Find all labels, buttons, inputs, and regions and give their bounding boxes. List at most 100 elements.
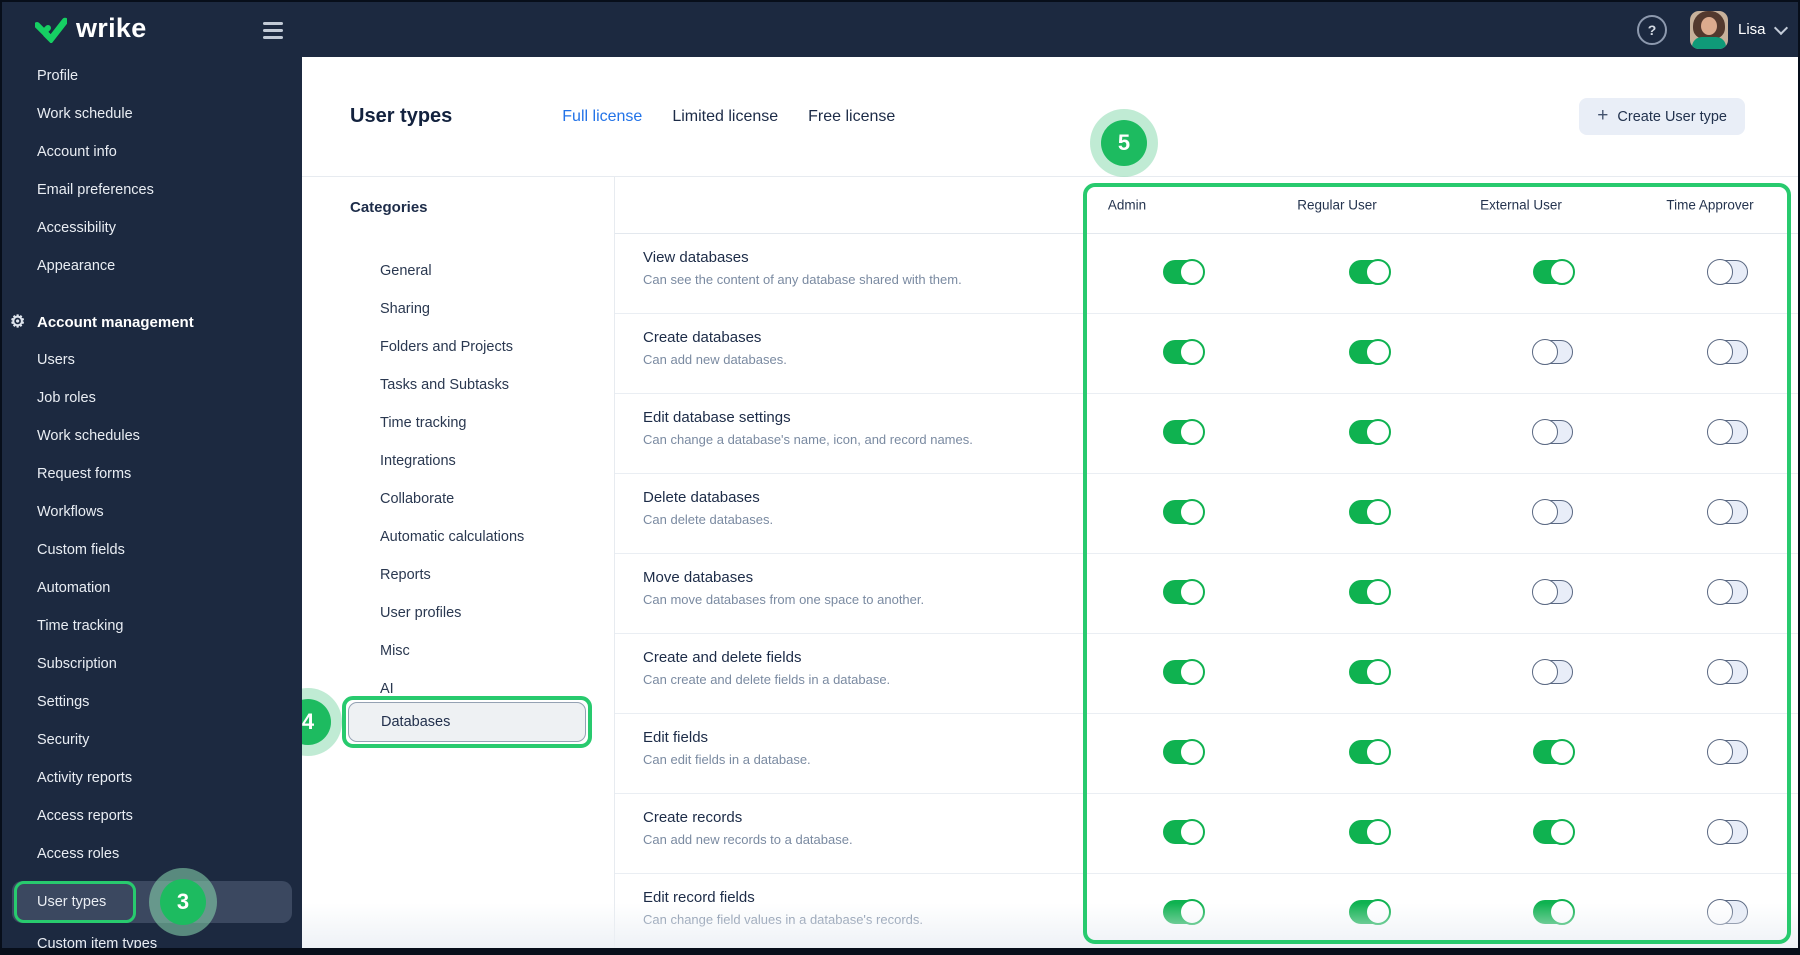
toggle-external-user-delete-databases[interactable]: [1532, 499, 1573, 525]
sidebar-item-label: Appearance: [37, 258, 116, 274]
sidebar-item-security[interactable]: Security: [2, 721, 302, 759]
permission-title: Create and delete fields: [643, 649, 802, 666]
sidebar-item-access-roles[interactable]: Access roles: [2, 835, 302, 873]
category-item-automatic-calculations[interactable]: Automatic calculations: [302, 518, 613, 556]
sidebar-item-subscription[interactable]: Subscription: [2, 645, 302, 683]
toggle-external-user-edit-record-fields[interactable]: [1533, 899, 1575, 925]
sidebar-item-access-reports[interactable]: Access reports: [2, 797, 302, 835]
category-item-databases[interactable]: Databases: [348, 702, 586, 742]
sidebar-item-settings[interactable]: Settings: [2, 683, 302, 721]
toggle-external-user-view-databases[interactable]: [1533, 259, 1575, 285]
user-menu[interactable]: Lisa: [1690, 2, 1788, 57]
category-selected-wrap: Databases 4: [302, 696, 613, 748]
category-item-tasks-and-subtasks[interactable]: Tasks and Subtasks: [302, 366, 613, 404]
category-item-user-profiles[interactable]: User profiles: [302, 594, 613, 632]
category-item-reports[interactable]: Reports: [302, 556, 613, 594]
toggle-time-approver-move-databases[interactable]: [1707, 579, 1748, 605]
sidebar-item-automation[interactable]: Automation: [2, 569, 302, 607]
category-item-misc[interactable]: Misc: [302, 632, 613, 670]
toggle-regular-user-edit-database-settings[interactable]: [1349, 419, 1391, 445]
toggle-admin-view-databases[interactable]: [1163, 259, 1205, 285]
sidebar-item-profile[interactable]: Profile: [2, 57, 302, 95]
column-header-regular-user: Regular User: [1297, 197, 1377, 213]
sidebar-item-work-schedule[interactable]: Work schedule: [2, 95, 302, 133]
menu-icon[interactable]: [263, 22, 283, 39]
toggle-time-approver-create-records[interactable]: [1707, 819, 1748, 845]
toggle-regular-user-edit-record-fields[interactable]: [1349, 899, 1391, 925]
tab-limited-license[interactable]: Limited license: [672, 108, 778, 126]
toggle-regular-user-create-databases[interactable]: [1349, 339, 1391, 365]
permissions-rows: View databases Can see the content of any…: [615, 234, 1798, 948]
sidebar-item-label: Activity reports: [37, 770, 133, 786]
toggle-admin-edit-fields[interactable]: [1163, 739, 1205, 765]
permission-row-move-databases: Move databases Can move databases from on…: [615, 554, 1798, 634]
toggle-regular-user-view-databases[interactable]: [1349, 259, 1391, 285]
toggle-regular-user-edit-fields[interactable]: [1349, 739, 1391, 765]
toggle-time-approver-edit-fields[interactable]: [1707, 739, 1748, 765]
category-item-folders-and-projects[interactable]: Folders and Projects: [302, 328, 613, 366]
toggle-time-approver-edit-database-settings[interactable]: [1707, 419, 1748, 445]
sidebar-item-appearance[interactable]: Appearance: [2, 247, 302, 285]
permission-description: Can move databases from one space to ano…: [643, 592, 925, 607]
sidebar-item-job-roles[interactable]: Job roles: [2, 379, 302, 417]
page-header: User types Full license Limited license Fr…: [302, 57, 1798, 177]
sidebar-item-request-forms[interactable]: Request forms: [2, 455, 302, 493]
user-name-label: Lisa: [1738, 21, 1766, 38]
top-bar: wrike ? Lisa: [2, 2, 1798, 57]
chevron-down-icon: [1773, 20, 1788, 35]
toggle-external-user-create-and-delete-fields[interactable]: [1532, 659, 1573, 685]
category-item-general[interactable]: General: [302, 252, 613, 290]
sidebar-item-account-info[interactable]: Account info: [2, 133, 302, 171]
sidebar-item-work-schedules[interactable]: Work schedules: [2, 417, 302, 455]
toggle-admin-move-databases[interactable]: [1163, 579, 1205, 605]
sidebar-item-activity-reports[interactable]: Activity reports: [2, 759, 302, 797]
sidebar-item-time-tracking[interactable]: Time tracking: [2, 607, 302, 645]
app-window: wrike ? Lisa Profile Work schedule Account…: [0, 0, 1800, 955]
toggle-external-user-edit-fields[interactable]: [1533, 739, 1575, 765]
sidebar-item-label: Custom item types: [37, 936, 158, 948]
sidebar-item-users[interactable]: Users: [2, 341, 302, 379]
page-title: User types: [350, 105, 453, 127]
category-item-collaborate[interactable]: Collaborate: [302, 480, 613, 518]
toggle-time-approver-create-databases[interactable]: [1707, 339, 1748, 365]
toggle-regular-user-move-databases[interactable]: [1349, 579, 1391, 605]
permission-description: Can change field values in a database's …: [643, 912, 923, 927]
toggle-time-approver-create-and-delete-fields[interactable]: [1707, 659, 1748, 685]
permission-row-create-databases: Create databases Can add new databases.: [615, 314, 1798, 394]
toggle-admin-edit-database-settings[interactable]: [1163, 419, 1205, 445]
sidebar-item-label: Work schedules: [37, 428, 140, 444]
permission-row-delete-databases: Delete databases Can delete databases.: [615, 474, 1798, 554]
toggle-admin-delete-databases[interactable]: [1163, 499, 1205, 525]
toggle-time-approver-delete-databases[interactable]: [1707, 499, 1748, 525]
toggle-external-user-create-records[interactable]: [1533, 819, 1575, 845]
tab-full-license[interactable]: Full license: [562, 108, 642, 126]
sidebar-item-label: Job roles: [37, 390, 96, 406]
toggle-admin-create-records[interactable]: [1163, 819, 1205, 845]
toggle-external-user-create-databases[interactable]: [1532, 339, 1573, 365]
permission-title: View databases: [643, 249, 749, 266]
toggle-external-user-move-databases[interactable]: [1532, 579, 1573, 605]
sidebar-item-accessibility[interactable]: Accessibility: [2, 209, 302, 247]
sidebar-item-user-types[interactable]: User types 3: [12, 879, 292, 925]
sidebar-item-custom-fields[interactable]: Custom fields: [2, 531, 302, 569]
create-user-type-button[interactable]: + Create User type: [1579, 98, 1745, 135]
toggle-external-user-edit-database-settings[interactable]: [1532, 419, 1573, 445]
permission-row-create-records: Create records Can add new records to a d…: [615, 794, 1798, 874]
category-item-time-tracking[interactable]: Time tracking: [302, 404, 613, 442]
toggle-regular-user-delete-databases[interactable]: [1349, 499, 1391, 525]
toggle-regular-user-create-records[interactable]: [1349, 819, 1391, 845]
toggle-admin-create-and-delete-fields[interactable]: [1163, 659, 1205, 685]
sidebar-item-custom-item-types[interactable]: Custom item types: [2, 925, 302, 948]
tab-free-license[interactable]: Free license: [808, 108, 895, 126]
toggle-regular-user-create-and-delete-fields[interactable]: [1349, 659, 1391, 685]
toggle-time-approver-view-databases[interactable]: [1707, 259, 1748, 285]
category-item-sharing[interactable]: Sharing: [302, 290, 613, 328]
help-button[interactable]: ?: [1637, 15, 1667, 45]
toggle-admin-edit-record-fields[interactable]: [1163, 899, 1205, 925]
category-item-integrations[interactable]: Integrations: [302, 442, 613, 480]
sidebar-item-workflows[interactable]: Workflows: [2, 493, 302, 531]
toggle-time-approver-edit-record-fields[interactable]: [1707, 899, 1748, 925]
toggle-admin-create-databases[interactable]: [1163, 339, 1205, 365]
sidebar-item-label: Workflows: [37, 504, 104, 520]
sidebar-item-email-preferences[interactable]: Email preferences: [2, 171, 302, 209]
